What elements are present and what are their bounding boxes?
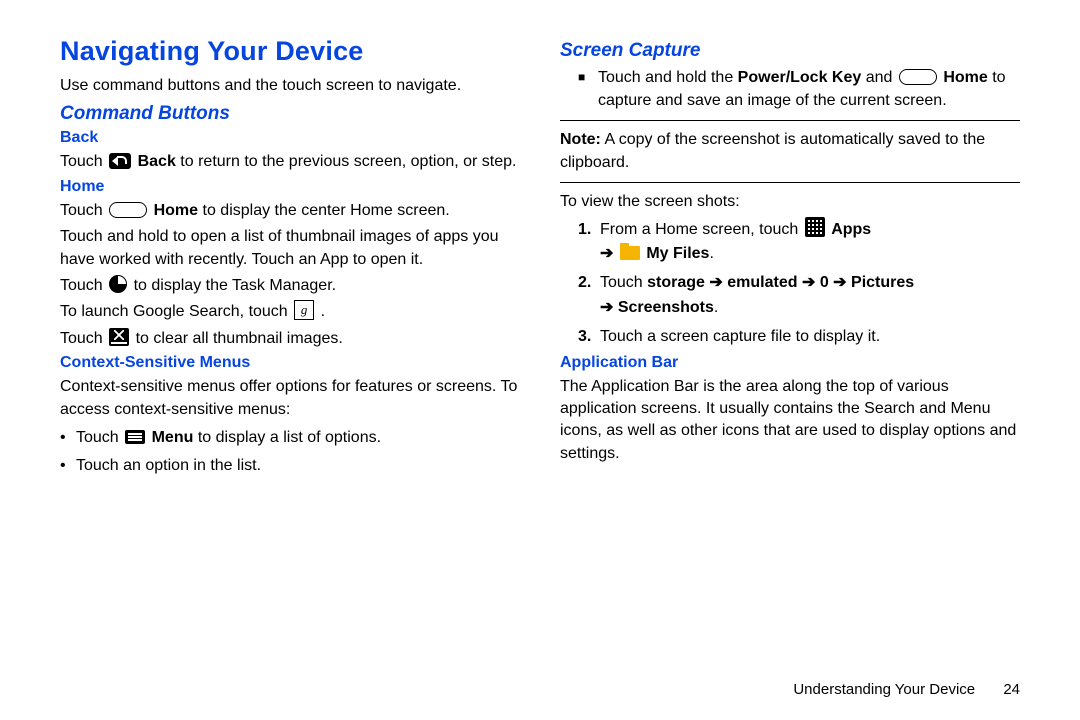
- list-item: Touch an option in the list.: [60, 453, 520, 479]
- text: Touch: [60, 277, 107, 294]
- list-item: Touch Menu to display a list of options.: [60, 425, 520, 451]
- text: to display the center Home screen.: [203, 202, 450, 219]
- google-search-icon: g: [294, 300, 314, 320]
- text: .: [321, 303, 325, 320]
- view-intro: To view the screen shots:: [560, 191, 1020, 213]
- page-title: Navigating Your Device: [60, 36, 520, 67]
- text: To launch Google Search, touch: [60, 303, 292, 320]
- back-paragraph: Touch Back to return to the previous scr…: [60, 151, 520, 173]
- my-files-label: My Files: [646, 245, 709, 262]
- apps-grid-icon: [805, 217, 825, 237]
- arrow-icon: ➔: [709, 274, 727, 291]
- text: Touch: [76, 429, 123, 446]
- text: Touch: [60, 330, 107, 347]
- task-manager-icon: [109, 275, 127, 293]
- back-icon: [109, 153, 131, 169]
- text: to clear all thumbnail images.: [136, 330, 343, 347]
- intro-text: Use command buttons and the touch screen…: [60, 75, 520, 97]
- page-number: 24: [1003, 681, 1020, 698]
- home-p4: To launch Google Search, touch g .: [60, 301, 520, 323]
- footer-section: Understanding Your Device: [793, 681, 975, 698]
- screenshots-label: Screenshots: [618, 299, 714, 316]
- apps-label: Apps: [831, 221, 871, 238]
- home-icon: [109, 202, 147, 218]
- application-bar-heading: Application Bar: [560, 354, 1020, 372]
- text: .: [714, 299, 718, 316]
- home-p1: Touch Home to display the center Home sc…: [60, 200, 520, 222]
- back-label: Back: [138, 153, 176, 170]
- text: Touch and hold the: [598, 69, 738, 86]
- list-item: Touch and hold the Power/Lock Key and Ho…: [578, 66, 1020, 112]
- menu-label: Menu: [152, 429, 194, 446]
- context-menus-text: Context-sensitive menus offer options fo…: [60, 376, 520, 421]
- text: Touch: [60, 153, 107, 170]
- note-label: Note:: [560, 131, 601, 148]
- list-item: From a Home screen, touch Apps ➔ My File…: [578, 218, 1020, 268]
- note-paragraph: Note: A copy of the screenshot is automa…: [560, 129, 1020, 174]
- list-item: Touch a screen capture file to display i…: [578, 325, 1020, 350]
- text: Touch: [600, 274, 647, 291]
- home-p5: Touch to clear all thumbnail images.: [60, 328, 520, 350]
- command-buttons-heading: Command Buttons: [60, 103, 520, 125]
- emulated-label: emulated: [727, 274, 797, 291]
- storage-label: storage: [647, 274, 705, 291]
- home-label: Home: [943, 69, 987, 86]
- arrow-icon: ➔: [600, 245, 618, 262]
- back-heading: Back: [60, 129, 520, 147]
- view-steps: From a Home screen, touch Apps ➔ My File…: [578, 218, 1020, 350]
- application-bar-text: The Application Bar is the area along th…: [560, 376, 1020, 466]
- text: to display the Task Manager.: [134, 277, 337, 294]
- home-label: Home: [154, 202, 198, 219]
- text: .: [709, 245, 713, 262]
- divider: [560, 120, 1020, 121]
- zero-label: 0: [820, 274, 829, 291]
- menu-icon: [125, 430, 145, 444]
- home-p3: Touch to display the Task Manager.: [60, 275, 520, 297]
- pictures-label: Pictures: [851, 274, 914, 291]
- screen-capture-steps: Touch and hold the Power/Lock Key and Ho…: [578, 66, 1020, 112]
- page-footer: Understanding Your Device 24: [793, 681, 1020, 698]
- folder-icon: [620, 246, 640, 260]
- screen-capture-heading: Screen Capture: [560, 40, 1020, 62]
- text: to return to the previous screen, option…: [180, 153, 516, 170]
- context-menus-list: Touch Menu to display a list of options.…: [60, 425, 520, 478]
- home-heading: Home: [60, 178, 520, 196]
- context-menus-heading: Context-Sensitive Menus: [60, 354, 520, 372]
- divider: [560, 182, 1020, 183]
- text: to display a list of options.: [198, 429, 381, 446]
- arrow-icon: ➔: [833, 274, 851, 291]
- list-item: Touch storage ➔ emulated ➔ 0 ➔ Pictures …: [578, 271, 1020, 321]
- home-icon: [899, 69, 937, 85]
- text: Touch: [60, 202, 107, 219]
- arrow-icon: ➔: [600, 299, 618, 316]
- arrow-icon: ➔: [802, 274, 820, 291]
- text: From a Home screen, touch: [600, 221, 803, 238]
- text: and: [866, 69, 897, 86]
- note-text: A copy of the screenshot is automaticall…: [560, 131, 985, 170]
- home-p2: Touch and hold to open a list of thumbna…: [60, 226, 520, 271]
- power-lock-key-label: Power/Lock Key: [738, 69, 862, 86]
- clear-thumbnails-icon: [109, 328, 129, 346]
